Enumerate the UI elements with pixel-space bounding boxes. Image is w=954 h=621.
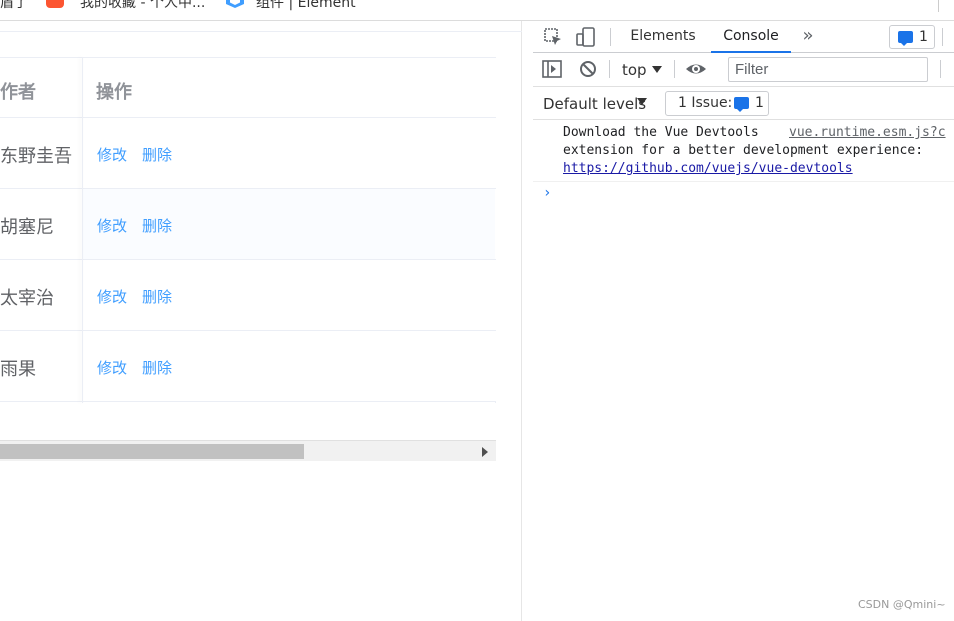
column-header-author: 作者	[0, 82, 36, 103]
table-row: 太宰治 修改 删除	[0, 260, 496, 331]
source-link[interactable]: vue.runtime.esm.js?c	[789, 125, 946, 140]
sidebar-toggle-icon[interactable]	[541, 58, 563, 80]
watermark: CSDN @Qmini~	[858, 598, 946, 611]
tab-console[interactable]: Console	[711, 21, 791, 53]
table-header: 作者 操作	[0, 57, 496, 118]
issues-badge[interactable]: 1	[889, 25, 935, 49]
page-content: 作者 操作 东野圭吾 修改 删除 胡塞尼 修改 删除 太宰治 修改 删除 雨果 …	[0, 21, 522, 621]
device-toolbar-icon[interactable]	[575, 26, 597, 48]
message-icon	[898, 31, 913, 46]
message-text: extension for a better development exper…	[563, 143, 924, 158]
table-row: 雨果 修改 删除	[0, 331, 496, 402]
message-icon	[734, 97, 749, 112]
devtools-tabbar: Elements Console » 1	[533, 21, 954, 53]
console-message: Download the Vue Devtools vue.runtime.es…	[533, 121, 954, 182]
delete-button[interactable]: 删除	[142, 215, 172, 236]
eye-icon[interactable]	[685, 58, 707, 80]
chevron-down-icon	[652, 66, 662, 73]
divider	[609, 60, 610, 78]
devtools-panel: Elements Console » 1 top Filter Default …	[533, 21, 954, 621]
element-logo-icon	[226, 0, 244, 8]
bookmark-item[interactable]: 盾了	[0, 0, 28, 12]
issues-button[interactable]: 1 Issue: 1	[665, 91, 769, 116]
console-prompt-icon[interactable]: ›	[543, 185, 551, 201]
log-levels-dropdown[interactable]: Default levels	[543, 95, 646, 113]
edit-button[interactable]: 修改	[97, 286, 127, 307]
divider	[940, 60, 941, 78]
more-tabs-icon[interactable]: »	[797, 25, 819, 47]
divider	[674, 60, 675, 78]
edit-button[interactable]: 修改	[97, 215, 127, 236]
edit-button[interactable]: 修改	[97, 144, 127, 165]
console-toolbar: top	[533, 53, 954, 87]
author-cell: 胡塞尼	[0, 217, 54, 238]
table-row: 东野圭吾 修改 删除	[0, 118, 496, 189]
tab-elements[interactable]: Elements	[625, 21, 701, 53]
divider	[942, 28, 943, 46]
chevron-down-icon	[637, 98, 647, 105]
issues-count: 1	[755, 95, 764, 111]
csdn-icon	[46, 0, 64, 8]
bookmark-item[interactable]: 我的收藏 - 个人中...	[80, 0, 205, 12]
author-cell: 雨果	[0, 359, 36, 380]
filter-input[interactable]	[728, 57, 928, 82]
delete-button[interactable]: 删除	[142, 144, 172, 165]
books-table: 作者 操作 东野圭吾 修改 删除 胡塞尼 修改 删除 太宰治 修改 删除 雨果 …	[0, 57, 496, 461]
screen: 盾了 我的收藏 - 个人中... 组件 | Element 作者 操作 东野圭吾…	[0, 0, 954, 621]
clear-console-icon[interactable]	[577, 58, 599, 80]
divider	[610, 28, 611, 46]
issues-label: 1 Issue:	[678, 95, 733, 111]
horizontal-scrollbar[interactable]	[0, 440, 496, 461]
author-cell: 太宰治	[0, 288, 54, 309]
message-text: Download the Vue Devtools	[563, 125, 759, 140]
delete-button[interactable]: 删除	[142, 286, 172, 307]
bookmarks-bar: 盾了 我的收藏 - 个人中... 组件 | Element	[0, 0, 954, 21]
scrollbar-thumb[interactable]	[0, 444, 304, 459]
levels-bar: Default levels 1 Issue: 1	[533, 87, 954, 120]
scroll-right-arrow-icon[interactable]	[482, 447, 488, 457]
column-header-actions: 操作	[96, 82, 132, 103]
bookmark-item[interactable]: 组件 | Element	[256, 0, 356, 12]
fixed-column-divider	[82, 57, 83, 403]
inspect-element-icon[interactable]	[542, 26, 564, 48]
edit-button[interactable]: 修改	[97, 357, 127, 378]
table-row: 胡塞尼 修改 删除	[0, 189, 496, 260]
issues-count: 1	[919, 29, 928, 45]
divider	[0, 31, 522, 32]
devtools-url-link[interactable]: https://github.com/vuejs/vue-devtools	[563, 161, 853, 176]
context-selector[interactable]: top	[622, 61, 647, 79]
author-cell: 东野圭吾	[0, 146, 72, 167]
delete-button[interactable]: 删除	[142, 357, 172, 378]
divider	[938, 0, 939, 12]
